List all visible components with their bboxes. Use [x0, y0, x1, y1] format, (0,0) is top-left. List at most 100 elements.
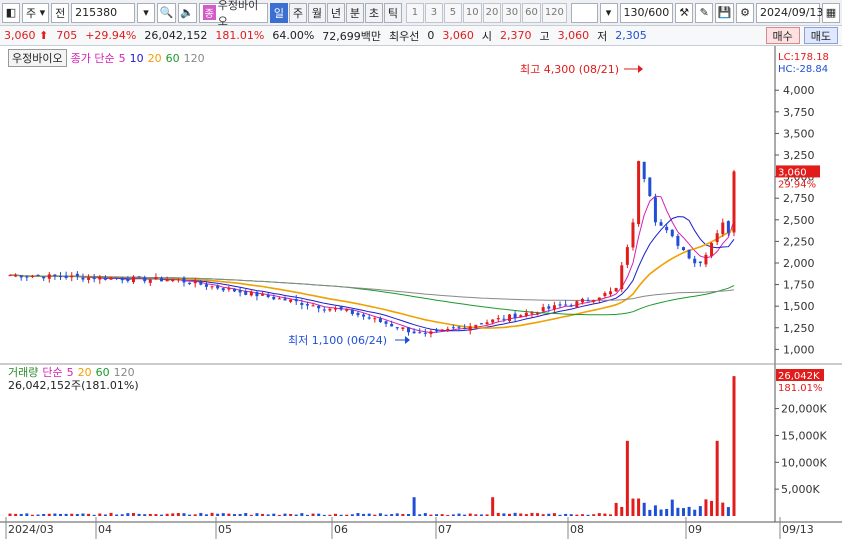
volume-ratio: 181.01%: [215, 29, 265, 42]
interval-120[interactable]: 120: [541, 2, 567, 23]
period-minute[interactable]: 분: [345, 2, 364, 23]
volume-bar: [435, 514, 439, 516]
interval-3[interactable]: 3: [424, 2, 443, 23]
period-year[interactable]: 년: [326, 2, 345, 23]
tools-icon[interactable]: ⚒: [675, 2, 694, 23]
legend-ma20: 20: [147, 51, 162, 65]
volume-bar: [255, 513, 259, 516]
legend-ma60: 60: [165, 51, 180, 65]
volume-bar: [552, 513, 556, 516]
interval-60[interactable]: 60: [522, 2, 541, 23]
candle-body: [485, 322, 489, 325]
interval-20[interactable]: 20: [482, 2, 502, 23]
candle-body: [193, 280, 197, 284]
period-tick[interactable]: 틱: [383, 2, 402, 23]
candle-body: [423, 332, 427, 334]
time-tick-label: 05: [218, 523, 232, 536]
volume-text: 26,042,152주(181.01%): [8, 379, 139, 392]
candle-body: [406, 327, 410, 333]
candle-body: [468, 326, 472, 331]
candle-body: [350, 309, 354, 314]
volume-bar: [249, 514, 253, 516]
draw-icon[interactable]: ✎: [695, 2, 714, 23]
volume-bar: [530, 512, 534, 516]
candle-body: [378, 318, 382, 322]
period-day[interactable]: 일: [269, 2, 288, 23]
stock-name[interactable]: 종 우정바이오: [198, 0, 268, 28]
sell-button[interactable]: 매도: [803, 27, 838, 44]
candle-body: [496, 318, 500, 320]
candle-body: [244, 291, 248, 295]
search-icon[interactable]: 🔍: [157, 2, 176, 23]
candle-body: [558, 304, 562, 306]
type-button[interactable]: 전: [51, 2, 70, 23]
candle-body: [659, 222, 663, 226]
candle-body: [687, 249, 691, 259]
volume-bar: [665, 508, 669, 516]
volume-bar: [384, 514, 388, 516]
candle-body: [457, 326, 461, 328]
interval-5[interactable]: 5: [443, 2, 462, 23]
dropdown-icon[interactable]: ▾: [137, 2, 156, 23]
volume-bar: [322, 514, 326, 516]
code-input[interactable]: 215380: [71, 2, 136, 23]
interval-input[interactable]: [570, 2, 598, 23]
candle-body: [131, 276, 135, 283]
last-volume-label: 26,042K: [778, 371, 820, 382]
candle-body: [726, 221, 730, 233]
candle-body: [42, 276, 46, 279]
candle-body: [70, 275, 74, 278]
interval-30[interactable]: 30: [502, 2, 522, 23]
save-icon[interactable]: 💾: [715, 2, 734, 23]
volume-bar: [401, 513, 405, 516]
volume-bar: [710, 500, 714, 516]
candle-body: [98, 276, 102, 280]
count-field[interactable]: 130/600: [619, 2, 674, 23]
stock-chart[interactable]: 1,000 1,250 1,500 1,750 2,000 2,250 2,500 2,750…: [0, 46, 842, 539]
candle-body: [289, 299, 293, 302]
volume-bar: [732, 376, 736, 516]
candle-body: [339, 306, 343, 310]
low-value: 2,305: [615, 29, 647, 42]
price-tick-label: 1,750: [783, 279, 815, 292]
candle-body: [216, 285, 220, 289]
candle-body: [592, 300, 596, 302]
candle-body: [266, 295, 270, 297]
volume-bar: [25, 513, 29, 516]
market-select[interactable]: 주 ▾: [22, 2, 50, 23]
volume-bar: [519, 513, 523, 516]
time-tick-label: 09: [688, 523, 702, 536]
chart-area[interactable]: 1,000 1,250 1,500 1,750 2,000 2,250 2,500 2,750…: [0, 46, 842, 539]
price-tick-label: 3,750: [783, 106, 815, 119]
volume-bar: [586, 514, 590, 516]
price-tick-label: 3,250: [783, 149, 815, 162]
low-label: 저: [597, 29, 608, 43]
interval-1[interactable]: 1: [405, 2, 424, 23]
volume-bar: [603, 513, 607, 516]
buy-button[interactable]: 매수: [765, 27, 800, 44]
time-tick-label: 04: [98, 523, 112, 536]
speaker-icon[interactable]: 🔈: [177, 2, 197, 23]
period-tabs: 일 주 월 년 분 초 틱: [269, 2, 402, 23]
gear-icon[interactable]: ⚙: [736, 2, 754, 23]
date-field[interactable]: 2024/09/13: [756, 2, 823, 23]
volume-bar: [47, 513, 51, 516]
period-week[interactable]: 주: [288, 2, 307, 23]
candle-body: [25, 276, 29, 278]
calendar-icon[interactable]: ▦: [822, 2, 840, 23]
volume-bar: [160, 514, 164, 516]
candle-body: [75, 273, 79, 277]
volume-bar: [451, 514, 455, 516]
candle-body: [328, 308, 332, 311]
candle-body: [92, 277, 96, 280]
volume-bar: [137, 513, 141, 516]
price-tick-label: 3,500: [783, 127, 815, 140]
layout-icon[interactable]: ◧: [2, 2, 20, 23]
volume-bar: [221, 513, 225, 516]
period-second[interactable]: 초: [364, 2, 383, 23]
interval-dropdown-icon[interactable]: ▾: [599, 2, 618, 23]
period-month[interactable]: 월: [307, 2, 326, 23]
price-legend: 우정바이오 종가 단순 5 10 20 60 120: [8, 49, 205, 67]
interval-10[interactable]: 10: [462, 2, 482, 23]
candle-body: [451, 327, 455, 329]
